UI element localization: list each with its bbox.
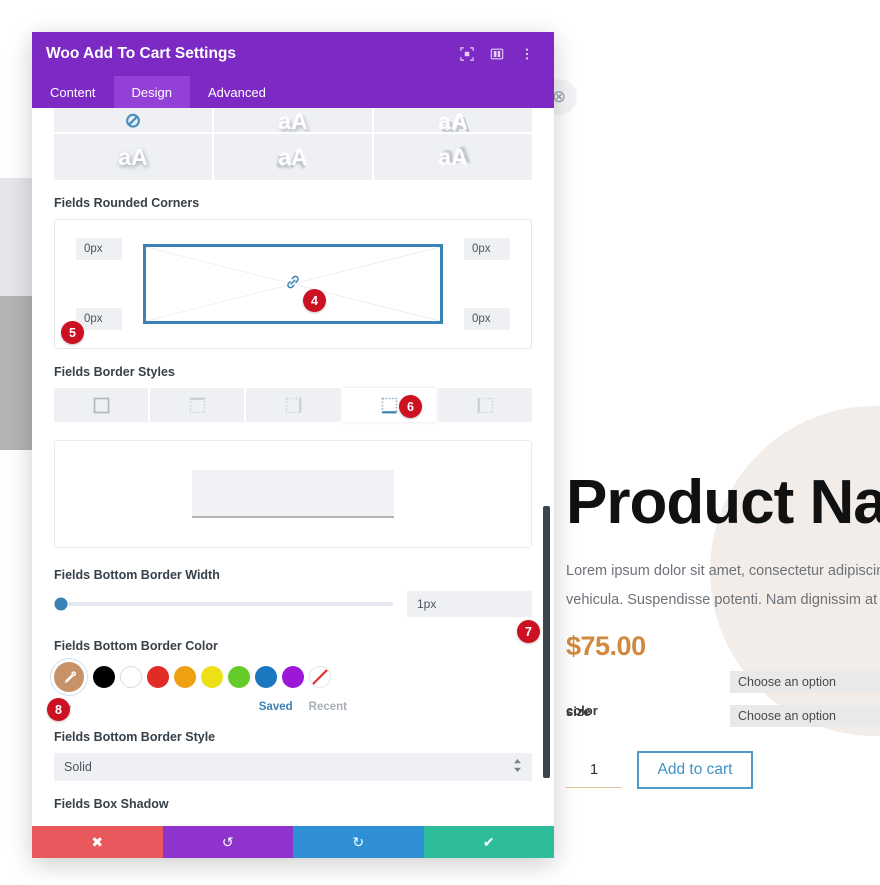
swatch-blue[interactable]: [255, 666, 277, 688]
border-all-icon: [93, 397, 110, 414]
corner-preview-box: [143, 244, 443, 324]
field-preview-box: [54, 440, 532, 548]
product-description: Lorem ipsum dolor sit amet, consectetur …: [566, 557, 880, 615]
shadow-preset-none[interactable]: ⊘: [54, 108, 212, 132]
rounded-corners-group: Fields Rounded Corners 0px 0px 0px 0px: [54, 196, 532, 349]
redo-button[interactable]: ↻: [293, 826, 424, 858]
bottom-border-width-slider[interactable]: [54, 597, 393, 611]
border-style-all[interactable]: [54, 388, 148, 422]
no-shadow-icon: ⊘: [124, 110, 142, 132]
stepper-arrows-icon: [514, 759, 521, 772]
field-preview-group: [54, 440, 532, 548]
bottom-border-width-control: 1px: [54, 591, 532, 617]
recent-colors-link[interactable]: Recent: [309, 701, 347, 713]
bottom-border-color-group: Fields Bottom Border Color Saved Recent: [54, 639, 532, 714]
modal-title: Woo Add To Cart Settings: [46, 45, 237, 62]
modal-body: ⊘ aA aA aA aA aA Fields Rounded Corners …: [32, 108, 554, 826]
bottom-border-style-label: Fields Bottom Border Style: [54, 730, 216, 744]
focus-icon[interactable]: [454, 41, 480, 67]
shadow-preset-5[interactable]: aA: [214, 134, 372, 180]
swatch-yellow[interactable]: [201, 666, 223, 688]
product-price: $75.00: [566, 631, 646, 662]
border-top-icon: [189, 397, 206, 414]
shadow-preset-4[interactable]: aA: [54, 134, 212, 180]
chevron-updown-icon: [513, 759, 522, 775]
box-shadow-label: Fields Box Shadow: [54, 797, 169, 811]
variation-label-size-wrap: size: [566, 704, 591, 719]
annotation-badge-6: 6: [399, 395, 422, 418]
transparent-slash-icon: [312, 669, 328, 685]
swatch-transparent[interactable]: [309, 666, 331, 688]
color-swatch-row: [54, 662, 532, 692]
link-corners-icon[interactable]: [285, 274, 301, 294]
bottom-border-width-label: Fields Bottom Border Width: [54, 568, 220, 582]
text-shadow-grid: ⊘ aA aA aA aA aA: [54, 108, 532, 180]
discard-changes-button[interactable]: ✖: [32, 826, 163, 858]
color-swatch-meta: ••• Saved Recent: [54, 699, 532, 714]
annotation-badge-4: 4: [303, 289, 326, 312]
bottom-border-style-value: Solid: [64, 760, 92, 774]
shadow-preset-3[interactable]: aA: [374, 108, 532, 132]
tab-advanced[interactable]: Advanced: [190, 76, 284, 108]
border-right-icon: [285, 397, 302, 414]
border-style-right[interactable]: [246, 388, 340, 422]
rounded-corners-control: 0px 0px 0px 0px: [54, 219, 532, 349]
product-description-line-1: Lorem ipsum dolor sit amet, consectetur …: [566, 563, 880, 580]
add-to-cart-button[interactable]: Add to cart: [637, 751, 753, 789]
border-styles-group: Fields Border Styles: [54, 365, 532, 422]
annotation-badge-5: 5: [61, 321, 84, 344]
undo-button[interactable]: ↺: [162, 826, 293, 858]
rounded-corners-label: Fields Rounded Corners: [54, 196, 200, 210]
shadow-preset-6[interactable]: aA: [374, 134, 532, 180]
saved-colors-link[interactable]: Saved: [259, 701, 293, 713]
product-title: Product Na: [566, 468, 880, 537]
swatch-purple[interactable]: [282, 666, 304, 688]
annotation-badge-7: 7: [517, 620, 540, 643]
more-options-icon[interactable]: [514, 41, 540, 67]
modal-scrollbar-thumb[interactable]: [543, 506, 550, 778]
quantity-input[interactable]: 1: [566, 752, 622, 788]
tab-content[interactable]: Content: [32, 76, 114, 108]
tab-design[interactable]: Design: [113, 76, 191, 108]
product-info: Product Na Lorem ipsum dolor sit amet, c…: [566, 470, 880, 662]
corner-top-right-input[interactable]: 0px: [464, 238, 510, 260]
border-style-left[interactable]: [438, 388, 532, 422]
border-bottom-icon: [381, 397, 398, 414]
layout-panel-icon[interactable]: [484, 41, 510, 67]
text-shadow-presets: ⊘ aA aA aA aA aA: [54, 108, 532, 180]
annotation-badge-8: 8: [47, 698, 70, 721]
bottom-border-width-group: Fields Bottom Border Width 1px: [54, 568, 532, 617]
slider-handle[interactable]: [54, 597, 68, 611]
swatch-orange[interactable]: [174, 666, 196, 688]
bottom-border-color-label: Fields Bottom Border Color: [54, 639, 218, 653]
modal-footer: ✖ ↺ ↻ ✔: [32, 826, 554, 858]
box-shadow-group: Fields Box Shadow: [54, 797, 532, 811]
modal-tabs: Content Design Advanced: [32, 76, 554, 108]
shadow-preset-2[interactable]: aA: [214, 108, 372, 132]
bottom-border-style-select[interactable]: Solid: [54, 753, 532, 781]
corner-top-left-input[interactable]: 0px: [76, 238, 122, 260]
corner-bottom-right-input[interactable]: 0px: [464, 308, 510, 330]
field-preview-sample: [192, 470, 394, 518]
border-left-icon: [477, 397, 494, 414]
modal-header: Woo Add To Cart Settings: [32, 32, 554, 76]
variation-select-size[interactable]: Choose an option: [730, 705, 880, 727]
bottom-border-style-group: Fields Bottom Border Style Solid: [54, 730, 532, 781]
swatch-white[interactable]: [120, 666, 142, 688]
bottom-border-width-input[interactable]: 1px: [407, 591, 532, 617]
swatch-green[interactable]: [228, 666, 250, 688]
swatch-red[interactable]: [147, 666, 169, 688]
border-styles-row: [54, 388, 532, 422]
settings-modal: Woo Add To Cart Settings Content Design …: [32, 32, 554, 858]
swatch-black[interactable]: [93, 666, 115, 688]
save-changes-button[interactable]: ✔: [423, 826, 554, 858]
product-description-line-2: vehicula. Suspendisse potenti. Nam digni…: [566, 592, 880, 609]
border-style-top[interactable]: [150, 388, 244, 422]
border-styles-label: Fields Border Styles: [54, 365, 175, 379]
variation-label-size: size: [566, 704, 591, 719]
variation-select-color[interactable]: Choose an option: [730, 671, 880, 693]
eyedropper-icon[interactable]: [54, 662, 84, 692]
